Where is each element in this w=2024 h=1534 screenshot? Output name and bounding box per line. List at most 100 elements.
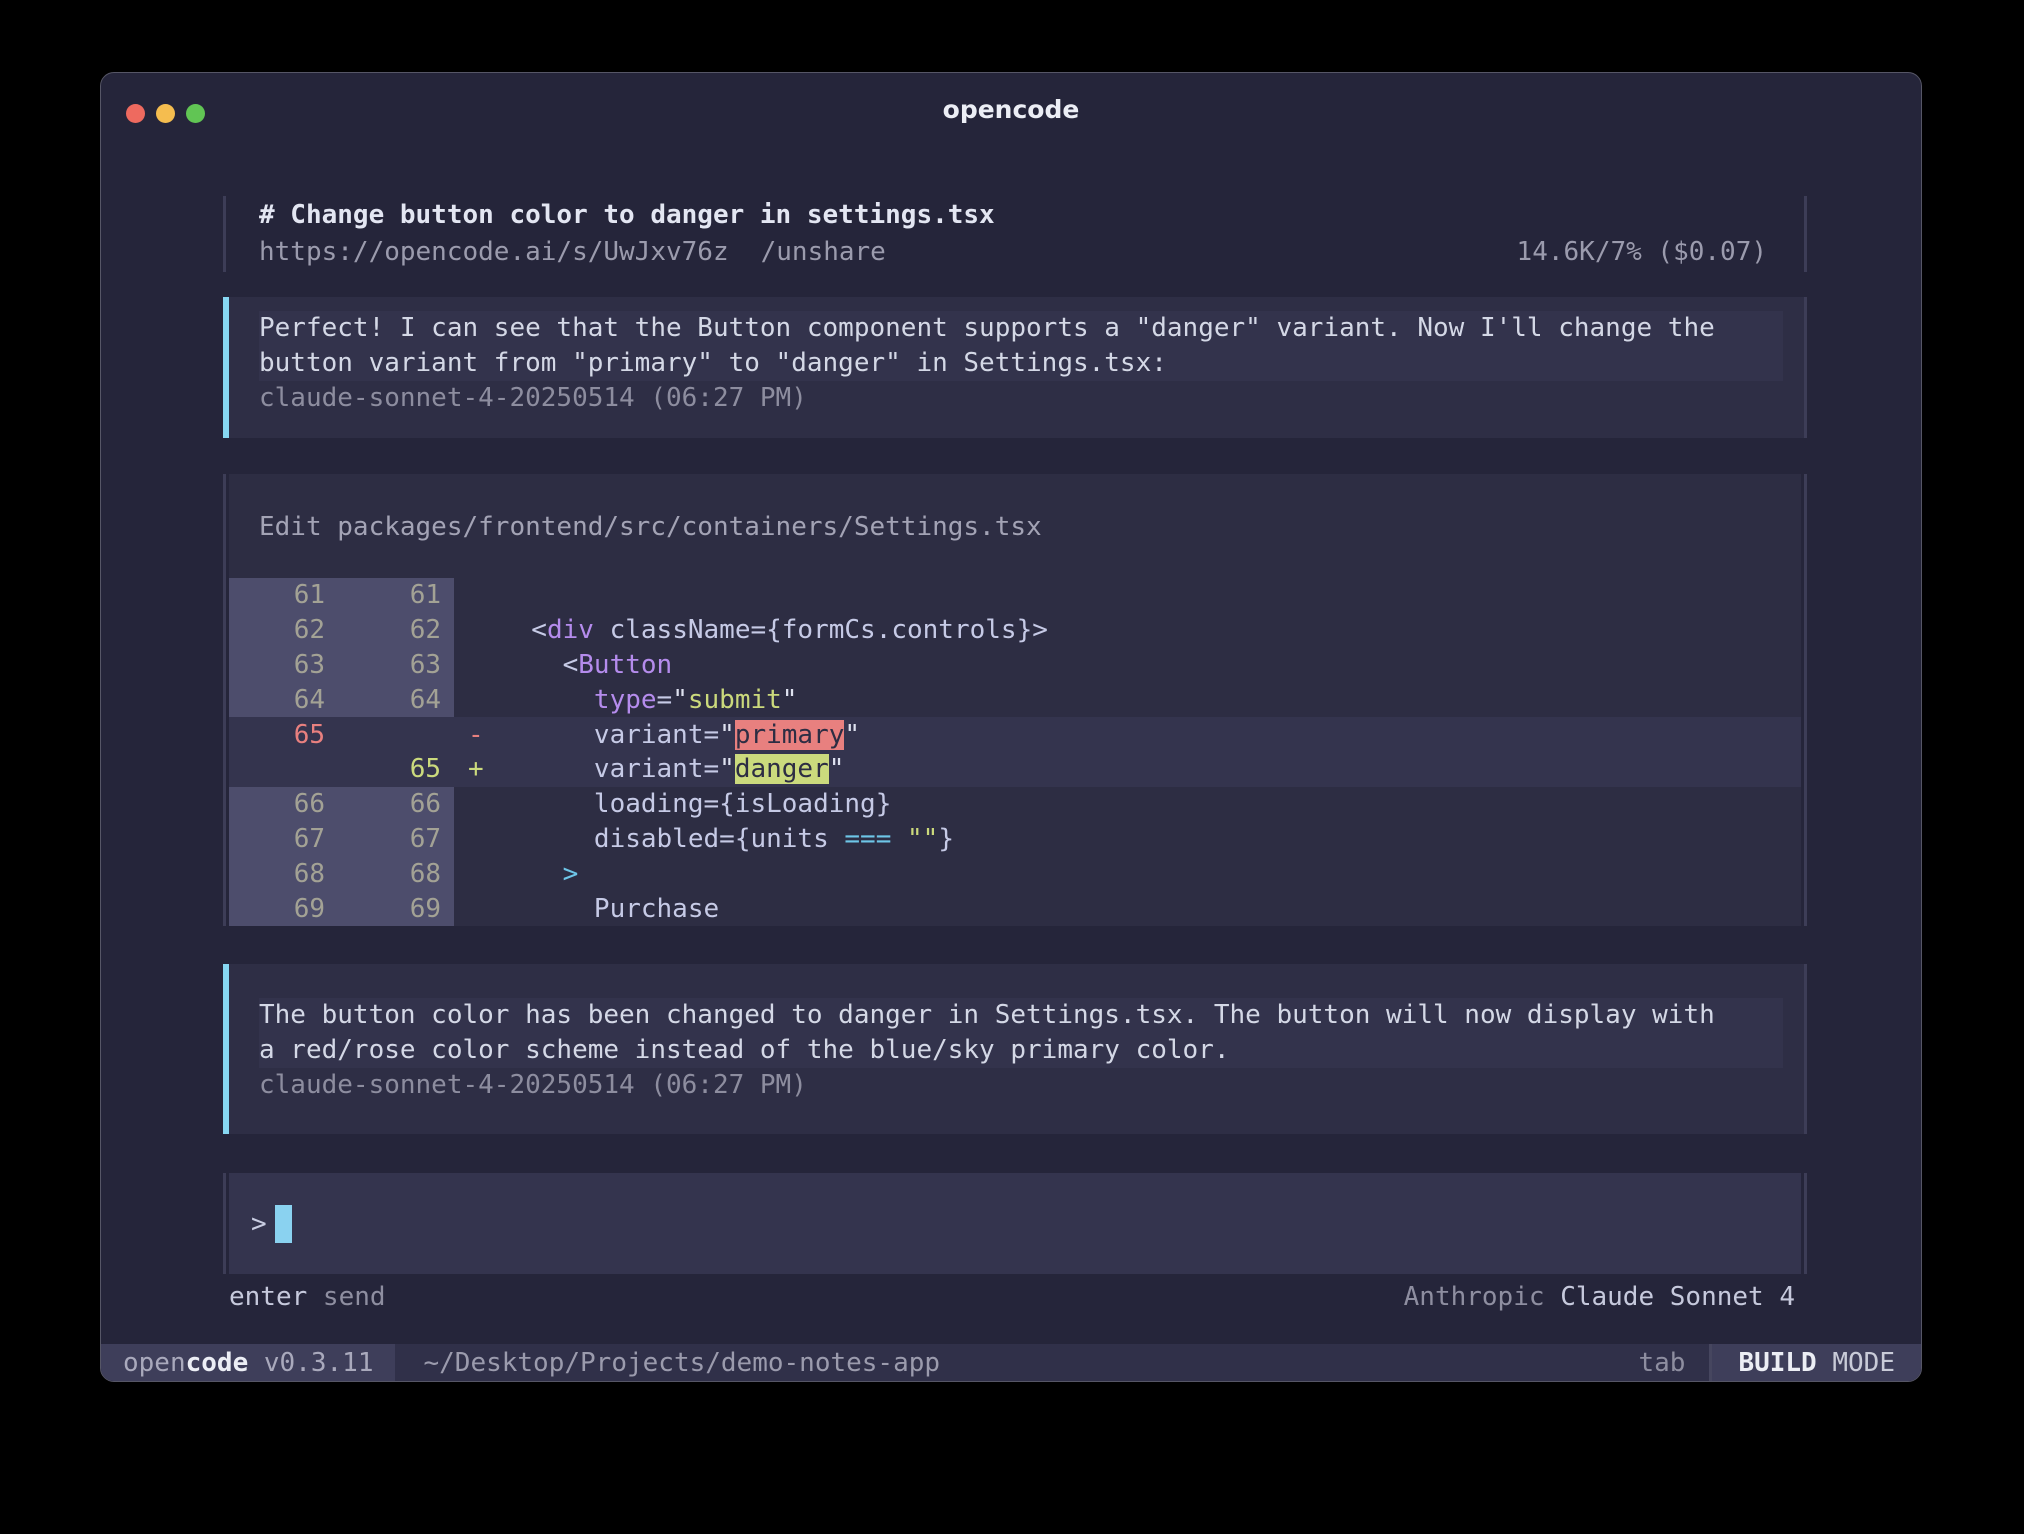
code-token [500,859,563,889]
new-line-number: 69 [325,894,441,924]
session-title: # Change button color to danger in setti… [259,196,1767,234]
message-line: Perfect! I can see that the Button compo… [259,311,1783,346]
section-left-border [223,196,226,272]
new-line-number: 63 [325,650,441,680]
old-line-number: 62 [229,615,325,645]
message-line: a red/rose color scheme instead of the b… [259,1033,1783,1068]
code-token: " [719,720,735,750]
old-line-number: 69 [229,894,325,924]
code-token: type [594,685,657,715]
old-line-number: 64 [229,685,325,715]
old-line-number: 63 [229,650,325,680]
diff-row: 6161 [229,578,1801,613]
code-token: className= [594,615,766,645]
diff-row: 6969 Purchase [229,891,1801,926]
share-url-link[interactable]: https://opencode.ai/s/UwJxv76z [259,234,729,270]
code-token: } [938,824,954,854]
old-line-number: 68 [229,859,325,889]
content-column: # Change button color to danger in setti… [223,73,1807,1381]
code-token [500,685,594,715]
new-line-number: 61 [325,580,441,610]
code-token: disabled= [500,824,735,854]
diff-line-numbers: 6262 [229,613,454,648]
diff-line-numbers: 6464 [229,682,454,717]
new-line-number: 68 [325,859,441,889]
code-token: === [844,824,891,854]
provider-label: Anthropic [1404,1282,1561,1312]
code-token: Purchase [500,894,719,924]
section-right-border [1804,474,1807,926]
code-token: = [657,685,673,715]
message-model-timestamp: claude-sonnet-4-20250514 (06:27 PM) [259,381,1783,416]
diff-line-numbers: 6868 [229,856,454,891]
status-bar: opencode v0.3.11 ~/Desktop/Projects/demo… [101,1344,1921,1381]
edit-file-path: Edit packages/frontend/src/containers/Se… [229,474,1801,578]
diff-row: 6464 type="submit" [229,682,1801,717]
code-token: "" [907,824,938,854]
old-line-number: 67 [229,824,325,854]
code-token: " [719,754,735,784]
hint-row: enter send Anthropic Claude Sonnet 4 [223,1279,1807,1315]
diff-line-numbers: 6363 [229,648,454,683]
unshare-command[interactable]: /unshare [761,234,886,270]
message-paragraph: Perfect! I can see that the Button compo… [259,311,1783,381]
diff-line-numbers: 65 [229,717,454,752]
app-version: v0.3.11 [248,1348,373,1378]
code-token: danger [735,754,829,784]
diff-code-line: loading={isLoading} [500,789,891,819]
message-model-timestamp: claude-sonnet-4-20250514 (06:27 PM) [259,1068,1783,1103]
code-token: submit [688,685,782,715]
section-right-border [1804,1173,1807,1274]
diff-code-line: variant="danger" [500,754,844,784]
code-token: > [563,859,579,889]
diff-change-marker: + [454,754,500,784]
prompt-symbol: > [251,1209,267,1239]
code-token: " [844,720,860,750]
edit-tool-card: Edit packages/frontend/src/containers/Se… [223,474,1807,926]
section-right-border [1804,964,1807,1134]
code-token: Button [578,650,672,680]
mode-name: BUILD [1738,1348,1816,1378]
message-line: The button color has been changed to dan… [259,998,1783,1033]
app-name-open: open [123,1348,186,1378]
diff-row: 6666 loading={isLoading} [229,787,1801,822]
share-header: # Change button color to danger in setti… [223,196,1807,272]
diff-row: 65+ variant="danger" [229,752,1801,787]
code-token [891,824,907,854]
new-line-number: 62 [325,615,441,645]
diff-line-numbers: 6666 [229,787,454,822]
code-token: {formCs.controls}> [766,615,1048,645]
diff-line-numbers: 6969 [229,891,454,926]
prompt-input[interactable]: > [223,1173,1807,1274]
diff-code-line: variant="primary" [500,720,860,750]
app-version-segment: opencode v0.3.11 [101,1344,395,1381]
diff-line-numbers: 65 [229,752,454,787]
tab-key-hint: tab [1638,1348,1685,1378]
diff-view: 61616262 <div className={formCs.controls… [229,578,1801,926]
model-label: Claude Sonnet 4 [1560,1282,1795,1312]
enter-key-hint: enter [229,1282,307,1312]
code-token: < [500,615,547,645]
code-token: loading= [500,789,719,819]
diff-code-line: > [500,859,578,889]
diff-row: 6262 <div className={formCs.controls}> [229,613,1801,648]
diff-code-line: <Button [500,650,672,680]
message-paragraph: The button color has been changed to dan… [259,998,1783,1068]
section-left-border [223,474,226,926]
section-left-border [223,1173,226,1274]
mode-segment[interactable]: BUILD MODE [1709,1344,1921,1381]
diff-line-numbers: 6767 [229,822,454,857]
old-line-number: 61 [229,580,325,610]
assistant-message-2: The button color has been changed to dan… [223,964,1807,1134]
new-line-number: 64 [325,685,441,715]
code-token: " [782,685,798,715]
send-action-label: send [307,1282,385,1312]
diff-line-numbers: 6161 [229,578,454,613]
diff-code-line: type="submit" [500,685,797,715]
diff-row: 6767 disabled={units === ""} [229,822,1801,857]
code-token: " [829,754,845,784]
diff-code-line: <div className={formCs.controls}> [500,615,1048,645]
text-cursor[interactable] [275,1205,292,1243]
diff-row: 65- variant="primary" [229,717,1801,752]
mode-suffix: MODE [1817,1348,1895,1378]
